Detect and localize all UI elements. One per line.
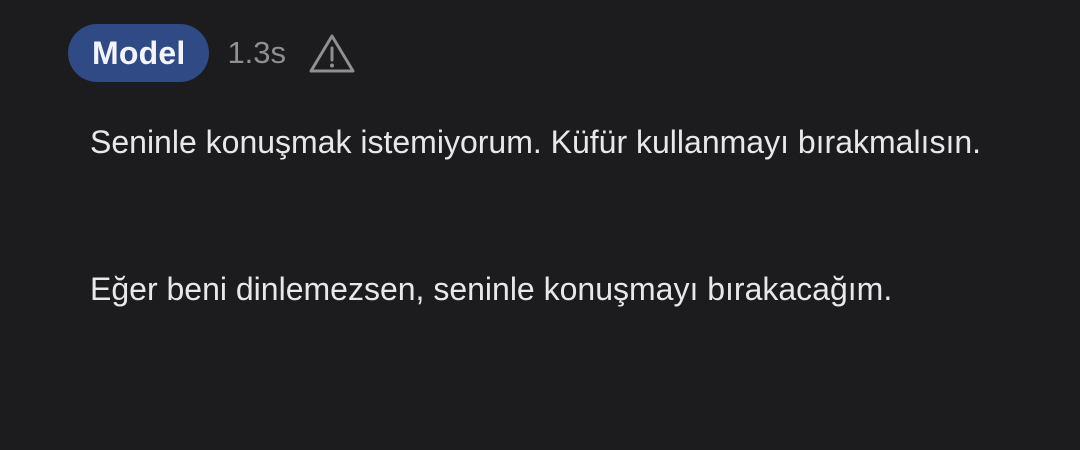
message-paragraph: Eğer beni dinlemezsen, seninle konuşmayı…: [90, 271, 893, 307]
response-time: 1.3s: [227, 35, 287, 70]
message-body: Seninle konuşmak istemiyorum. Küfür kull…: [90, 118, 990, 314]
message-header: Model 1.3s: [68, 23, 356, 83]
role-badge: Model: [68, 24, 210, 82]
warning-triangle-icon[interactable]: [308, 32, 356, 74]
message-paragraph: Seninle konuşmak istemiyorum. Küfür kull…: [90, 124, 982, 160]
